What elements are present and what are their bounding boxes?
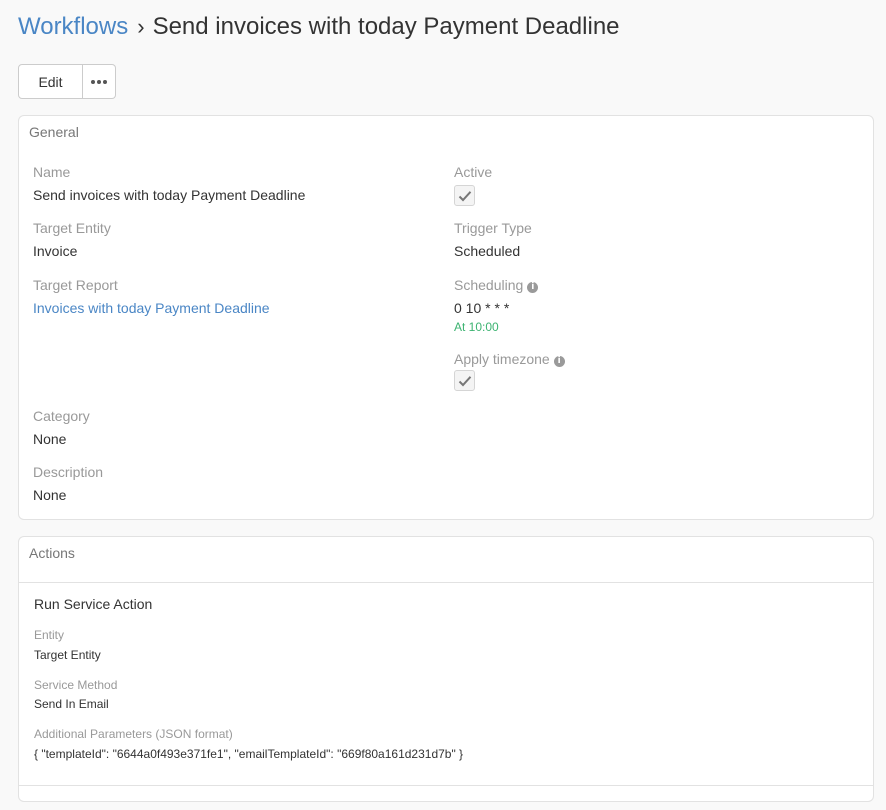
- action-name: Run Service Action: [34, 596, 153, 612]
- actions-header-divider: [19, 582, 873, 583]
- breadcrumb-separator: ›: [137, 14, 145, 39]
- info-icon[interactable]: i: [553, 356, 565, 367]
- workflow-detail-page: Workflows › Send invoices with today Pay…: [0, 0, 886, 810]
- action-entity-label: Entity: [34, 628, 65, 642]
- actions-footer-divider: [19, 785, 873, 786]
- apply-timezone-checkbox: [454, 370, 475, 391]
- general-panel: General Name Send invoices with today Pa…: [18, 115, 874, 520]
- trigger-type-label: Trigger Type: [454, 220, 532, 236]
- description-label: Description: [33, 464, 104, 480]
- action-method-label: Service Method: [34, 678, 118, 692]
- checkmark-icon: [458, 375, 471, 386]
- more-actions-button[interactable]: [83, 64, 116, 99]
- general-panel-title: General: [29, 124, 79, 140]
- scheduling-label: Scheduling: [454, 277, 524, 293]
- apply-timezone-label-row: Apply timezone i: [454, 351, 565, 367]
- trigger-type-value: Scheduled: [454, 243, 521, 259]
- active-checkbox: [454, 185, 475, 206]
- target-report-link[interactable]: Invoices with today Payment Deadline: [33, 300, 270, 316]
- actions-panel: Actions Run Service Action Entity Target…: [18, 536, 874, 802]
- info-icon[interactable]: i: [527, 282, 539, 293]
- breadcrumb: Workflows › Send invoices with today Pay…: [18, 10, 620, 44]
- breadcrumb-workflows-link[interactable]: Workflows: [18, 13, 128, 41]
- action-params-value: { "templateId": "6644a0f493e371fe1", "em…: [34, 747, 464, 761]
- name-label: Name: [33, 164, 71, 180]
- action-params-label: Additional Parameters (JSON format): [34, 727, 233, 741]
- scheduling-hint: At 10:00: [454, 320, 499, 334]
- scheduling-label-row: Scheduling i: [454, 277, 539, 293]
- actions-panel-title: Actions: [29, 545, 75, 561]
- apply-timezone-label: Apply timezone: [454, 351, 550, 367]
- ellipsis-icon: [91, 79, 107, 84]
- target-entity-label: Target Entity: [33, 220, 111, 236]
- active-label: Active: [454, 164, 493, 180]
- record-toolbar: Edit: [18, 64, 116, 99]
- category-value: None: [33, 431, 67, 447]
- category-label: Category: [33, 408, 90, 424]
- edit-button[interactable]: Edit: [18, 64, 83, 99]
- target-entity-value: Invoice: [33, 243, 78, 259]
- target-report-label: Target Report: [33, 277, 118, 293]
- name-value: Send invoices with today Payment Deadlin…: [33, 187, 306, 203]
- action-method-value: Send In Email: [34, 697, 109, 711]
- action-entity-value: Target Entity: [34, 648, 101, 662]
- checkmark-icon: [458, 190, 471, 201]
- page-title: Send invoices with today Payment Deadlin…: [152, 13, 620, 40]
- scheduling-value: 0 10 * * *: [454, 300, 510, 316]
- description-value: None: [33, 487, 67, 503]
